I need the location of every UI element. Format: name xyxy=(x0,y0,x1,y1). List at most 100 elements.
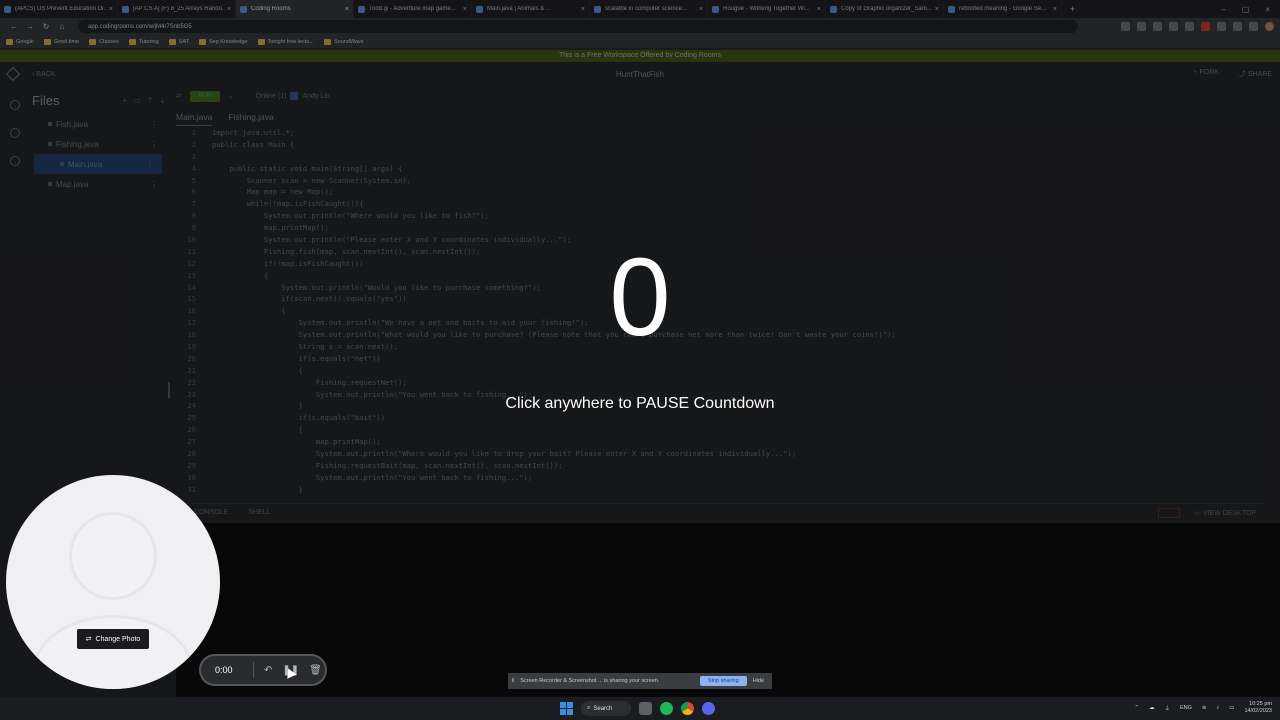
chrome-icon[interactable] xyxy=(681,702,694,715)
code-text: System.out.println("You went back to fis… xyxy=(212,472,533,482)
close-icon[interactable]: × xyxy=(1053,6,1057,13)
battery-icon[interactable]: ▭ xyxy=(1229,705,1234,711)
share-page-icon[interactable] xyxy=(1153,22,1162,31)
maximize-icon[interactable]: ▢ xyxy=(1242,5,1250,14)
search-icon: ⌕ xyxy=(587,705,591,711)
file-item[interactable]: Map.java ⋮ xyxy=(30,174,170,194)
files-rail-icon[interactable] xyxy=(10,100,20,110)
settings-rail-icon[interactable] xyxy=(10,128,20,138)
volume-icon[interactable]: ♪ xyxy=(1217,705,1220,711)
code-text: map.printMap(); xyxy=(212,437,381,447)
camera-bubble[interactable] xyxy=(6,475,220,689)
puzzle-icon[interactable] xyxy=(1233,22,1242,31)
close-icon[interactable]: × xyxy=(935,6,939,13)
new-file-icon[interactable]: + xyxy=(122,96,127,105)
cloud-icon[interactable]: ☁ xyxy=(1149,705,1155,711)
console-output[interactable] xyxy=(176,523,1280,697)
editor-tab[interactable]: Fishing.java xyxy=(228,112,273,126)
bookmark-item[interactable]: SAT xyxy=(168,38,189,45)
file-item[interactable]: Fish.java ⋮ xyxy=(30,114,170,134)
close-window-icon[interactable]: × xyxy=(1265,5,1270,14)
stop-console-button[interactable] xyxy=(1158,507,1181,518)
run-options-chevron-icon[interactable]: ⌄ xyxy=(228,92,234,100)
hide-button[interactable]: Hide xyxy=(753,678,768,684)
run-button[interactable]: RUN xyxy=(189,90,220,102)
close-icon[interactable]: × xyxy=(109,6,113,13)
bookmark-item[interactable]: Google xyxy=(6,38,34,45)
new-folder-icon[interactable]: ▭ xyxy=(133,96,141,105)
folder-icon xyxy=(43,38,51,45)
zoom-icon[interactable] xyxy=(1137,22,1146,31)
file-list: Fish.java ⋮ Fishing.java ⋮ Main.java ⋮ Map.jav… xyxy=(30,114,170,194)
editor-tab[interactable]: Main.java xyxy=(176,112,213,126)
bookmark-star-icon[interactable] xyxy=(1169,22,1178,31)
close-icon[interactable]: × xyxy=(463,6,467,13)
restart-icon[interactable]: ↶ xyxy=(264,665,272,676)
browser-tab[interactable]: Coding Rooms × xyxy=(236,0,354,18)
upload-icon[interactable]: ⇡ xyxy=(147,96,154,105)
file-explorer-icon[interactable] xyxy=(639,702,652,715)
delete-icon[interactable]: 🗑 xyxy=(309,665,322,676)
view-desktop-button[interactable]: ▭ VIEW DESKTOP xyxy=(1194,509,1256,517)
clock[interactable]: 10:25 pm 14/02/2023 xyxy=(1244,701,1272,715)
bookmark-item[interactable]: Tonight free lectu... xyxy=(257,38,314,45)
extension-icon[interactable] xyxy=(1185,22,1194,31)
spotify-icon[interactable] xyxy=(660,702,673,715)
windows-start-icon[interactable] xyxy=(560,702,573,715)
browser-tab[interactable]: [AP CS A] (F) 8_25 Arrays Rando... × xyxy=(118,0,236,18)
more-options-icon[interactable]: ⋮ xyxy=(146,160,154,169)
reload-icon[interactable]: ↻ xyxy=(38,22,54,31)
bottom-tab[interactable]: SHELL xyxy=(248,509,270,516)
extension-icon[interactable] xyxy=(1217,22,1226,31)
close-icon[interactable]: × xyxy=(699,6,703,13)
profile-avatar-icon[interactable] xyxy=(1265,22,1274,31)
more-options-icon[interactable]: ⋮ xyxy=(150,180,158,189)
code-text: if(s.equals("net")) xyxy=(212,353,381,363)
recording-controls: 0:00 ↶ ❚❚ 🗑 xyxy=(199,654,327,686)
back-arrow-icon[interactable]: ← xyxy=(6,22,22,31)
recorder-extension-icon[interactable] xyxy=(1201,22,1210,31)
browser-tab[interactable]: Todd.gi - Adventure map game... × xyxy=(354,0,472,18)
address-bar[interactable]: app.codingrooms.com/w/jM4r7Snb5G5 xyxy=(78,20,1078,33)
bookmark-item[interactable]: Good time xyxy=(43,38,79,45)
tray-chevron-icon[interactable]: ⌃ xyxy=(1134,705,1139,711)
bookmark-item[interactable]: Sep Knowledge xyxy=(198,38,248,45)
close-icon[interactable]: × xyxy=(227,6,231,13)
browser-tab[interactable]: Rougue - Working Together Wi... × xyxy=(708,0,826,18)
wifi-icon[interactable]: ≋ xyxy=(1202,705,1207,711)
split-view-icon[interactable]: ⇄ xyxy=(176,92,182,100)
cast-icon[interactable] xyxy=(1121,22,1130,31)
usb-icon[interactable]: ⏚ xyxy=(1164,704,1170,712)
close-icon[interactable]: × xyxy=(345,6,349,13)
more-options-icon[interactable]: ⋮ xyxy=(150,140,158,149)
browser-tab[interactable]: rebooted meaning - Google Se... × xyxy=(944,0,1062,18)
browser-tab[interactable]: (APCS) US Prevent Education Di... × xyxy=(0,0,118,18)
close-icon[interactable]: × xyxy=(581,6,585,13)
stop-sharing-button[interactable]: Stop sharing xyxy=(699,676,747,686)
file-item[interactable]: Main.java ⋮ xyxy=(34,154,162,174)
more-options-icon[interactable]: ⋮ xyxy=(150,120,158,129)
language-indicator[interactable]: ENG xyxy=(1180,705,1192,711)
change-photo-button[interactable]: ⇄ Change Photo xyxy=(77,629,149,649)
minimize-icon[interactable]: – xyxy=(1221,5,1225,14)
sidebar-icon[interactable] xyxy=(1249,22,1258,31)
history-rail-icon[interactable] xyxy=(10,156,20,166)
close-icon[interactable]: × xyxy=(817,6,821,13)
file-item[interactable]: Fishing.java ⋮ xyxy=(30,134,170,154)
home-icon[interactable]: ⌂ xyxy=(54,22,70,31)
bottom-tab[interactable]: CONSOLE xyxy=(194,509,228,516)
download-icon[interactable]: ⇣ xyxy=(159,96,166,105)
code-text: Map map = new Map(); xyxy=(212,187,334,197)
forward-arrow-icon[interactable]: → xyxy=(22,22,38,31)
bookmark-item[interactable]: SoundWave xyxy=(323,38,364,45)
bookmark-item[interactable]: Classes xyxy=(89,38,119,45)
drag-handle-icon[interactable]: ‖ xyxy=(512,678,514,684)
new-tab-icon[interactable]: + xyxy=(1062,4,1075,14)
bookmark-label: Sep Knowledge xyxy=(208,38,248,45)
taskbar-search[interactable]: ⌕ Search xyxy=(581,701,631,716)
browser-tab[interactable]: Copy of Graphic organizer_Sam... × xyxy=(826,0,944,18)
discord-icon[interactable] xyxy=(702,702,715,715)
browser-tab[interactable]: scalable in computer science... × xyxy=(590,0,708,18)
browser-tab[interactable]: Main.java | Animals & ... × xyxy=(472,0,590,18)
bookmark-item[interactable]: Tutoring xyxy=(128,38,159,45)
